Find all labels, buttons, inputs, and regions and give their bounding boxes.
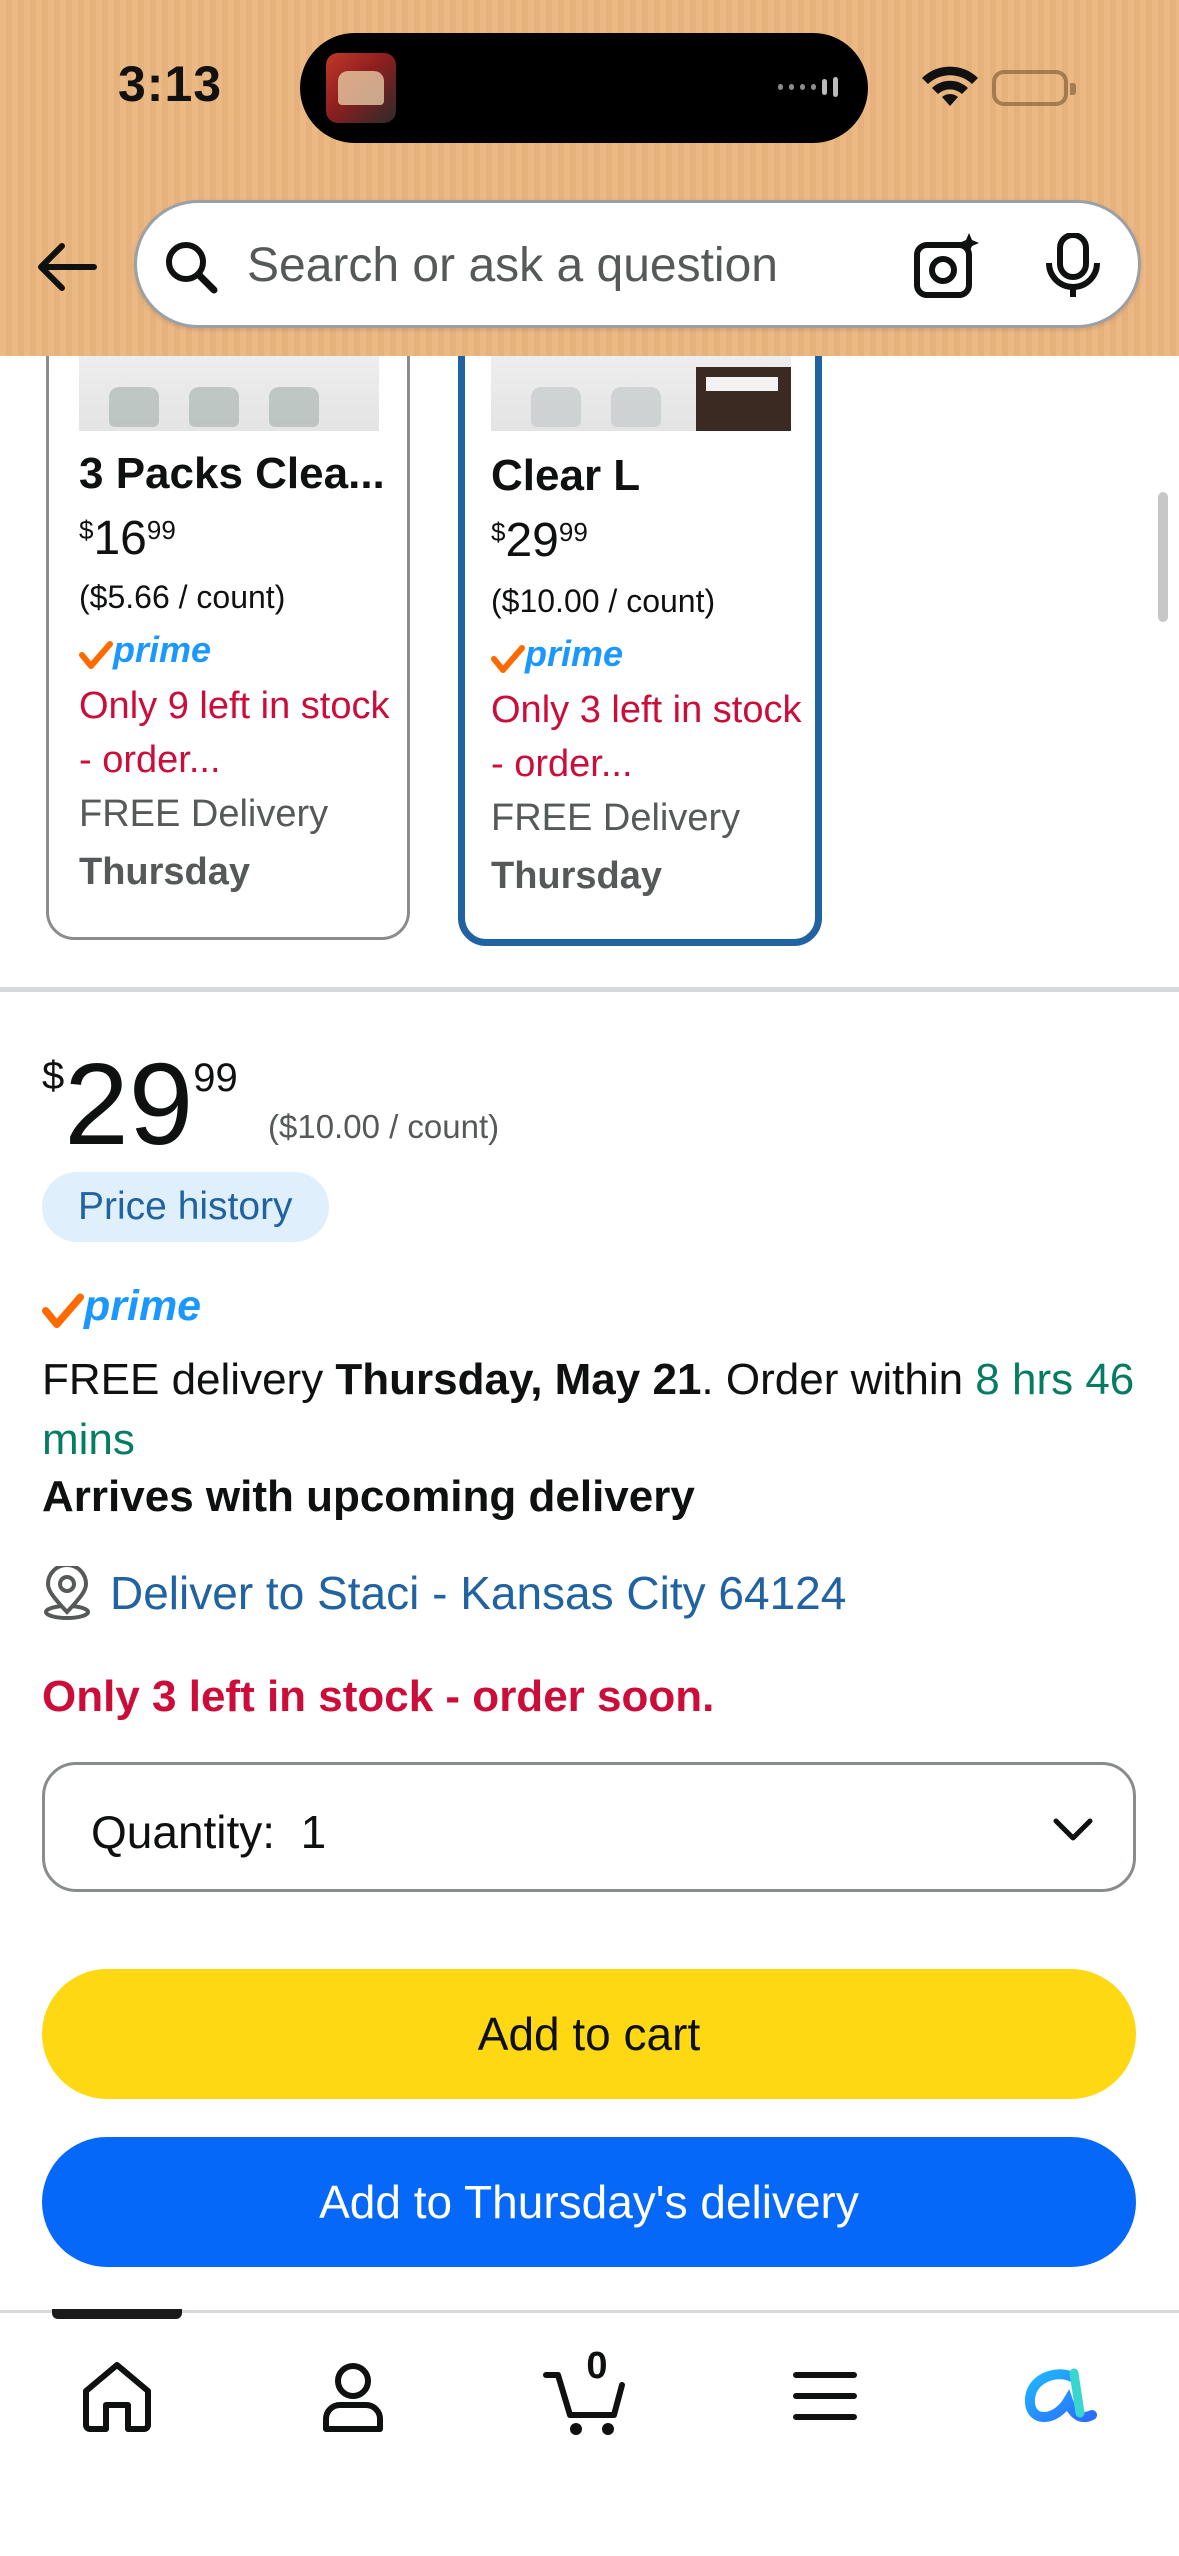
card-unit-price: ($5.66 / count) — [79, 579, 286, 615]
tab-menu[interactable] — [780, 2351, 870, 2441]
prime-check-icon — [79, 641, 113, 669]
add-to-cart-button[interactable]: Add to cart — [42, 1969, 1136, 2099]
search-input[interactable] — [247, 229, 867, 301]
microphone-icon[interactable] — [1043, 233, 1103, 299]
comparison-card[interactable]: 3 Packs Clea... $1699 ($5.66 / count) pr… — [46, 356, 410, 940]
search-icon — [166, 242, 218, 294]
card-price: $1699 — [79, 512, 176, 565]
card-title: Clear L — [491, 451, 641, 500]
tab-home[interactable] — [72, 2351, 162, 2441]
menu-icon — [793, 2372, 857, 2420]
account-icon — [323, 2363, 383, 2432]
card-delivery-day: Thursday — [79, 851, 251, 893]
card-unit-price: ($10.00 / count) — [491, 583, 716, 619]
scrollbar[interactable] — [1158, 492, 1168, 622]
home-icon — [83, 2362, 151, 2432]
card-title: 3 Packs Clea... — [79, 449, 385, 498]
delivery-info: FREE delivery Thursday, May 21. Order wi… — [42, 1355, 1135, 1464]
stock-warning: Only 3 left in stock - order soon. — [42, 1672, 715, 1721]
tab-account[interactable] — [308, 2351, 398, 2441]
product-image — [491, 356, 791, 431]
comparison-card-selected[interactable]: Clear L $2999 ($10.00 / count) prime Onl… — [458, 356, 822, 946]
back-arrow-icon[interactable] — [32, 232, 102, 302]
prime-badge: prime — [79, 629, 211, 671]
now-playing-artwork — [326, 53, 396, 123]
wifi-icon — [922, 66, 978, 106]
arrives-note: Arrives with upcoming delivery — [42, 1472, 695, 1521]
active-tab-indicator — [52, 2309, 182, 2319]
chevron-down-icon — [1053, 1818, 1093, 1841]
tab-rufus[interactable] — [1014, 2351, 1104, 2441]
prime-badge: prime — [491, 633, 623, 675]
card-stock-status: Only 3 left in stock - order... — [491, 689, 802, 785]
card-delivery-day: Thursday — [491, 855, 663, 897]
card-stock-status: Only 9 left in stock - order... — [79, 685, 390, 781]
app-header: 3:13 — [0, 0, 1179, 356]
rufus-icon — [1025, 2368, 1097, 2423]
bottom-tab-bar: 0 — [0, 2309, 1179, 2556]
unit-price: ($10.00 / count) — [268, 1108, 500, 1145]
quantity-label: Quantity: 1 — [91, 1806, 327, 1858]
cart-count-badge: 0 — [586, 2345, 608, 2387]
price-history-button[interactable]: Price history — [42, 1172, 329, 1242]
card-price: $2999 — [491, 514, 588, 567]
comparison-carousel[interactable]: 3 Packs Clea... $1699 ($5.66 / count) pr… — [0, 356, 1179, 990]
product-price: $2999 — [42, 1039, 238, 1169]
dynamic-island[interactable] — [300, 33, 868, 143]
card-delivery: FREE Delivery — [79, 793, 329, 835]
delivery-date: Thursday, May 21 — [335, 1355, 702, 1404]
prime-badge: prime — [42, 1282, 201, 1331]
status-time: 3:13 — [118, 56, 223, 112]
location-pin-icon — [44, 1566, 90, 1620]
quantity-value: 1 — [300, 1806, 327, 1858]
battery-icon — [992, 70, 1076, 106]
product-image — [79, 356, 379, 431]
prime-check-icon — [42, 1293, 84, 1329]
section-divider — [0, 987, 1179, 992]
add-to-delivery-button[interactable]: Add to Thursday's delivery — [42, 2137, 1136, 2267]
quantity-select[interactable]: Quantity: 1 — [42, 1762, 1136, 1892]
camera-lens-icon[interactable] — [913, 231, 983, 301]
search-bar[interactable] — [134, 200, 1141, 328]
audio-waveform-icon — [778, 77, 838, 97]
deliver-to-link[interactable]: Deliver to Staci - Kansas City 64124 — [42, 1566, 846, 1620]
tab-cart[interactable]: 0 — [542, 2345, 632, 2441]
card-delivery: FREE Delivery — [491, 797, 741, 839]
prime-check-icon — [491, 645, 525, 673]
